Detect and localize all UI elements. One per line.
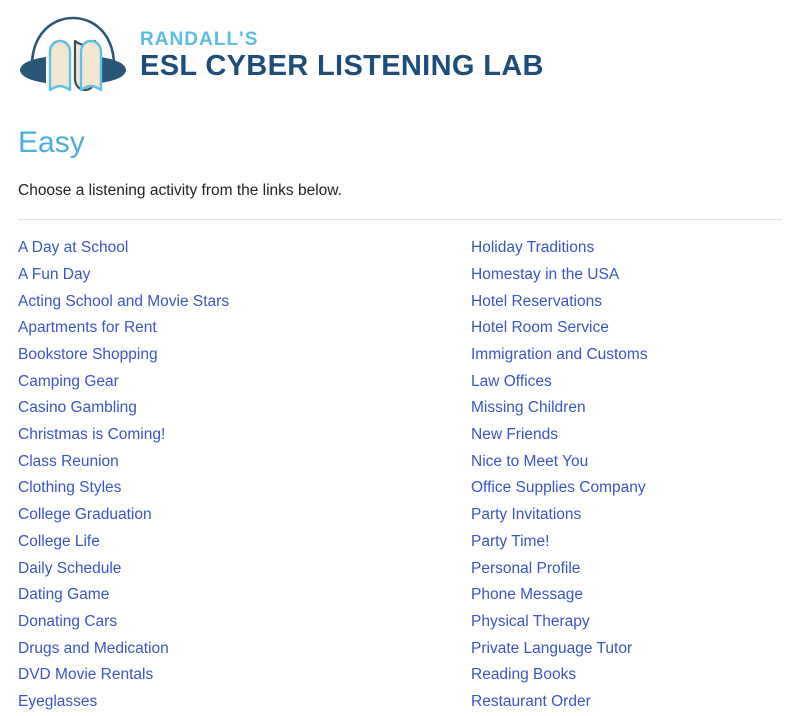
activity-link[interactable]: Holiday Traditions <box>471 235 782 262</box>
site-logo[interactable]: RANDALL'S ESL CYBER LISTENING LAB <box>14 0 800 96</box>
activity-link[interactable]: Apartments for Rent <box>18 315 471 342</box>
activity-link[interactable]: Personal Profile <box>471 556 782 583</box>
activity-link[interactable]: Office Supplies Company <box>471 475 782 502</box>
activity-link-columns: A Day at School A Fun Day Acting School an… <box>18 235 782 716</box>
activity-link[interactable]: Private Language Tutor <box>471 636 782 663</box>
activity-link[interactable]: Bookstore Shopping <box>18 342 471 369</box>
activity-link[interactable]: Drugs and Medication <box>18 636 471 663</box>
brand-main-text: ESL CYBER LISTENING LAB <box>140 49 544 82</box>
activity-link[interactable]: Camping Gear <box>18 369 471 396</box>
headphones-books-logo-icon <box>14 10 132 96</box>
activity-link[interactable]: College Life <box>18 529 471 556</box>
activity-link[interactable]: A Fun Day <box>18 262 471 289</box>
activity-link[interactable]: Party Invitations <box>471 502 782 529</box>
activity-column-right: Holiday Traditions Homestay in the USA Hot… <box>471 235 782 716</box>
activity-link[interactable]: Law Offices <box>471 369 782 396</box>
activity-link[interactable]: Immigration and Customs <box>471 342 782 369</box>
activity-link[interactable]: Hotel Room Service <box>471 315 782 342</box>
activity-link[interactable]: DVD Movie Rentals <box>18 662 471 689</box>
activity-link[interactable]: Donating Cars <box>18 609 471 636</box>
brand-wordmark: RANDALL'S ESL CYBER LISTENING LAB <box>140 26 544 81</box>
activity-link[interactable]: Hotel Reservations <box>471 289 782 316</box>
activity-column-left: A Day at School A Fun Day Acting School an… <box>18 235 471 716</box>
activity-link[interactable]: Restaurant Order <box>471 689 782 716</box>
activity-link[interactable]: Eyeglasses <box>18 689 471 716</box>
brand-top-text: RANDALL'S <box>140 28 259 50</box>
page-title: Easy <box>18 126 85 159</box>
section-divider <box>18 219 782 221</box>
activity-link[interactable]: Casino Gambling <box>18 395 471 422</box>
activity-link[interactable]: A Day at School <box>18 235 471 262</box>
activity-link[interactable]: College Graduation <box>18 502 471 529</box>
activity-link[interactable]: Acting School and Movie Stars <box>18 289 471 316</box>
activity-link[interactable]: Class Reunion <box>18 449 471 476</box>
site-header: RANDALL'S ESL CYBER LISTENING LAB <box>0 0 800 110</box>
activity-link[interactable]: Christmas is Coming! <box>18 422 471 449</box>
activity-link[interactable]: Phone Message <box>471 582 782 609</box>
page-intro-text: Choose a listening activity from the lin… <box>18 182 342 199</box>
activity-link[interactable]: Missing Children <box>471 395 782 422</box>
page-content: Easy Choose a listening activity from th… <box>0 126 800 716</box>
activity-link[interactable]: Homestay in the USA <box>471 262 782 289</box>
activity-link[interactable]: Clothing Styles <box>18 475 471 502</box>
activity-link[interactable]: Party Time! <box>471 529 782 556</box>
activity-link[interactable]: Nice to Meet You <box>471 449 782 476</box>
activity-link[interactable]: Physical Therapy <box>471 609 782 636</box>
activity-link[interactable]: Daily Schedule <box>18 556 471 583</box>
activity-link[interactable]: Reading Books <box>471 662 782 689</box>
activity-link[interactable]: New Friends <box>471 422 782 449</box>
activity-link[interactable]: Dating Game <box>18 582 471 609</box>
